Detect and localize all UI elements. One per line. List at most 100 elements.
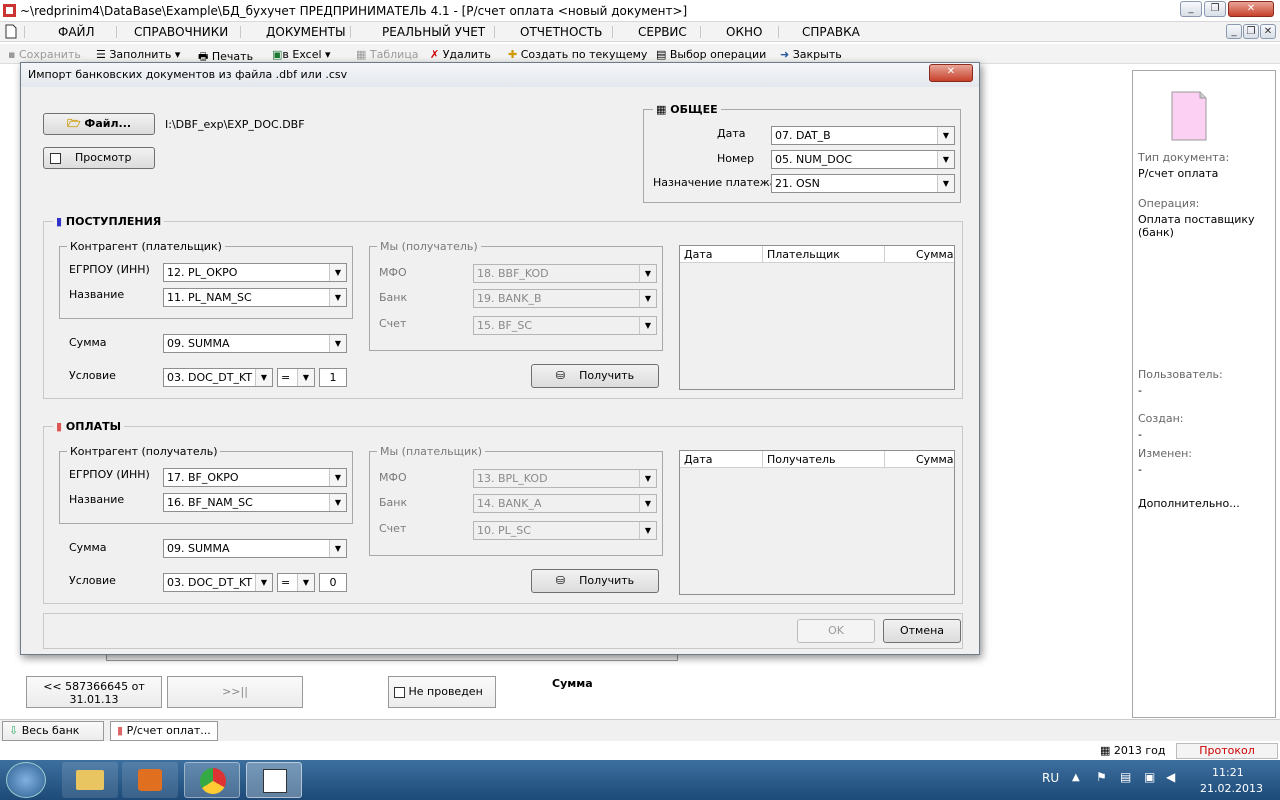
col-recipient[interactable]: Получатель xyxy=(767,453,835,466)
menu-service[interactable]: СЕРВИС xyxy=(638,25,687,39)
close-button[interactable]: ➜ Закрыть xyxy=(780,48,842,61)
menu-bar: ФАЙЛ СПРАВОЧНИКИ ДОКУМЕНТЫ РЕАЛЬНЫЙ УЧЕТ… xyxy=(0,22,1280,42)
explorer-task[interactable] xyxy=(62,762,118,798)
income-get-button[interactable]: ⛁ Получить xyxy=(531,364,659,388)
col-sum[interactable]: Сумма xyxy=(916,453,954,466)
tray-expand-icon[interactable]: ▲ xyxy=(1072,772,1080,783)
payments-account-combo[interactable]: 10. PL_SC ▼ xyxy=(473,521,657,540)
choose-operation-button[interactable]: ▤ Выбор операции xyxy=(656,48,766,61)
menu-help[interactable]: СПРАВКА xyxy=(802,25,860,39)
checkbox-box[interactable] xyxy=(50,152,61,164)
menu-file[interactable]: ФАЙЛ xyxy=(58,25,95,39)
sum-label: Сумма xyxy=(552,677,593,690)
payments-bank-combo[interactable]: 14. BANK_A ▼ xyxy=(473,494,657,513)
income-contractor-title: Контрагент (плательщик) xyxy=(67,240,225,253)
payments-condition-value[interactable]: 0 xyxy=(319,573,347,592)
payments-sum-combo[interactable]: 09. SUMMA ▼ xyxy=(163,539,347,558)
maximize-button[interactable]: ❐ xyxy=(1204,1,1226,17)
volume-icon[interactable]: ◀ xyxy=(1166,770,1175,784)
prev-document-button[interactable]: << 587366645 от 31.01.13 xyxy=(26,676,162,708)
import-icon: ⛁ xyxy=(555,574,566,587)
income-sum-combo[interactable]: 09. SUMMA ▼ xyxy=(163,334,347,353)
table-button[interactable]: ▦ Таблица xyxy=(356,48,419,61)
income-name-combo[interactable]: 11. PL_NAM_SC ▼ xyxy=(163,288,347,307)
chevron-down-icon: ▼ xyxy=(639,522,656,539)
network-icon[interactable]: ▣ xyxy=(1144,770,1155,784)
plus-icon: ✚ xyxy=(508,48,521,61)
year-indicator[interactable]: ▦ 2013 год xyxy=(1100,744,1166,757)
col-date[interactable]: Дата xyxy=(684,248,712,261)
col-sum[interactable]: Сумма xyxy=(916,248,954,261)
save-button[interactable]: ▪ Сохранить xyxy=(8,48,81,61)
error-log-button[interactable]: Протокол ошибок xyxy=(1176,743,1278,771)
chevron-down-icon: ▼ xyxy=(329,289,346,306)
col-date[interactable]: Дата xyxy=(684,453,712,466)
document-icon xyxy=(1171,91,1207,141)
dialog-close-button[interactable]: ✕ xyxy=(929,64,973,82)
minimize-button[interactable]: _ xyxy=(1180,1,1202,17)
additional-link[interactable]: Дополнительно... xyxy=(1138,497,1240,510)
tab-payment-order[interactable]: ▮ Р/счет оплат... xyxy=(110,721,218,741)
menu-real-accounting[interactable]: РЕАЛЬНЫЙ УЧЕТ xyxy=(382,25,485,39)
date-field-combo[interactable]: 07. DAT_B ▼ xyxy=(771,126,955,145)
start-button[interactable] xyxy=(6,762,46,798)
payments-condition-combo[interactable]: 03. DOC_DT_KT ▼ xyxy=(163,573,273,592)
income-results-list[interactable]: Дата Плательщик Сумма xyxy=(679,245,955,390)
preview-checkbox[interactable]: Просмотр xyxy=(43,147,155,169)
income-mfo-combo[interactable]: 18. BBF_KOD ▼ xyxy=(473,264,657,283)
menu-reports[interactable]: ОТЧЕТНОСТЬ xyxy=(520,25,602,39)
payments-edrpou-combo[interactable]: 17. BF_OKPO ▼ xyxy=(163,468,347,487)
language-indicator[interactable]: RU xyxy=(1042,771,1059,785)
payments-name-label: Название xyxy=(69,493,125,506)
mdi-restore-button[interactable]: ❐ xyxy=(1243,24,1259,39)
accounting-app-task[interactable] xyxy=(246,762,302,798)
document-icon xyxy=(5,24,17,39)
col-payer[interactable]: Плательщик xyxy=(767,248,840,261)
income-account-combo[interactable]: 15. BF_SC ▼ xyxy=(473,316,657,335)
close-window-button[interactable]: ✕ xyxy=(1228,1,1274,17)
clock-date[interactable]: 21.02.2013 xyxy=(1200,782,1263,795)
checkbox-box[interactable] xyxy=(394,686,405,698)
number-field-combo[interactable]: 05. NUM_DOC ▼ xyxy=(771,150,955,169)
number-label: Номер xyxy=(717,152,755,165)
menu-documents[interactable]: ДОКУМЕНТЫ xyxy=(266,25,346,39)
media-task[interactable] xyxy=(122,762,178,798)
payments-name-combo[interactable]: 16. BF_NAM_SC ▼ xyxy=(163,493,347,512)
operation-value: Оплата поставщику (банк) xyxy=(1138,213,1255,239)
date-label: Дата xyxy=(717,127,746,140)
delete-button[interactable]: ✗ Удалить xyxy=(430,48,491,61)
not-posted-checkbox[interactable]: Не проведен xyxy=(388,676,496,708)
chevron-down-icon: ▼ xyxy=(329,264,346,281)
income-condition-value[interactable]: 1 xyxy=(319,368,347,387)
clock-time[interactable]: 11:21 xyxy=(1212,766,1244,779)
file-button[interactable]: 🗁 Файл... xyxy=(43,113,155,135)
payments-operator-combo[interactable]: = ▼ xyxy=(277,573,315,592)
income-condition-combo[interactable]: 03. DOC_DT_KT ▼ xyxy=(163,368,273,387)
payments-get-button[interactable]: ⛁ Получить xyxy=(531,569,659,593)
income-bank-combo[interactable]: 19. BANK_B ▼ xyxy=(473,289,657,308)
payments-results-list[interactable]: Дата Получатель Сумма xyxy=(679,450,955,595)
income-condition-label: Условие xyxy=(69,369,116,382)
calendar-icon: ▦ xyxy=(1100,744,1111,757)
income-edrpou-combo[interactable]: 12. PL_OKPO ▼ xyxy=(163,263,347,282)
ok-button[interactable]: OK xyxy=(797,619,875,643)
mdi-close-button[interactable]: ✕ xyxy=(1260,24,1276,39)
doc-red-icon: ▮ xyxy=(56,420,63,433)
chrome-task[interactable] xyxy=(184,762,240,798)
fill-button[interactable]: ☰ Заполнить ▾ xyxy=(96,48,180,61)
mdi-minimize-button[interactable]: _ xyxy=(1226,24,1242,39)
tab-all-bank[interactable]: ⇩ Весь банк xyxy=(2,721,104,741)
income-we-title: Мы (получатель) xyxy=(377,240,481,253)
purpose-field-combo[interactable]: 21. OSN ▼ xyxy=(771,174,955,193)
menu-window[interactable]: ОКНО xyxy=(726,25,762,39)
cancel-button[interactable]: Отмена xyxy=(883,619,961,643)
excel-button[interactable]: ▣в Excel ▾ xyxy=(272,48,331,61)
income-operator-combo[interactable]: = ▼ xyxy=(277,368,315,387)
device-icon[interactable]: ▤ xyxy=(1120,770,1131,784)
flag-icon[interactable]: ⚑ xyxy=(1096,770,1107,784)
menu-references[interactable]: СПРАВОЧНИКИ xyxy=(134,25,228,39)
income-contractor-group xyxy=(59,246,353,319)
create-by-current-button[interactable]: ✚ Создать по текущему xyxy=(508,48,647,61)
payments-mfo-combo[interactable]: 13. BPL_KOD ▼ xyxy=(473,469,657,488)
next-document-button[interactable]: >>|| xyxy=(167,676,303,708)
